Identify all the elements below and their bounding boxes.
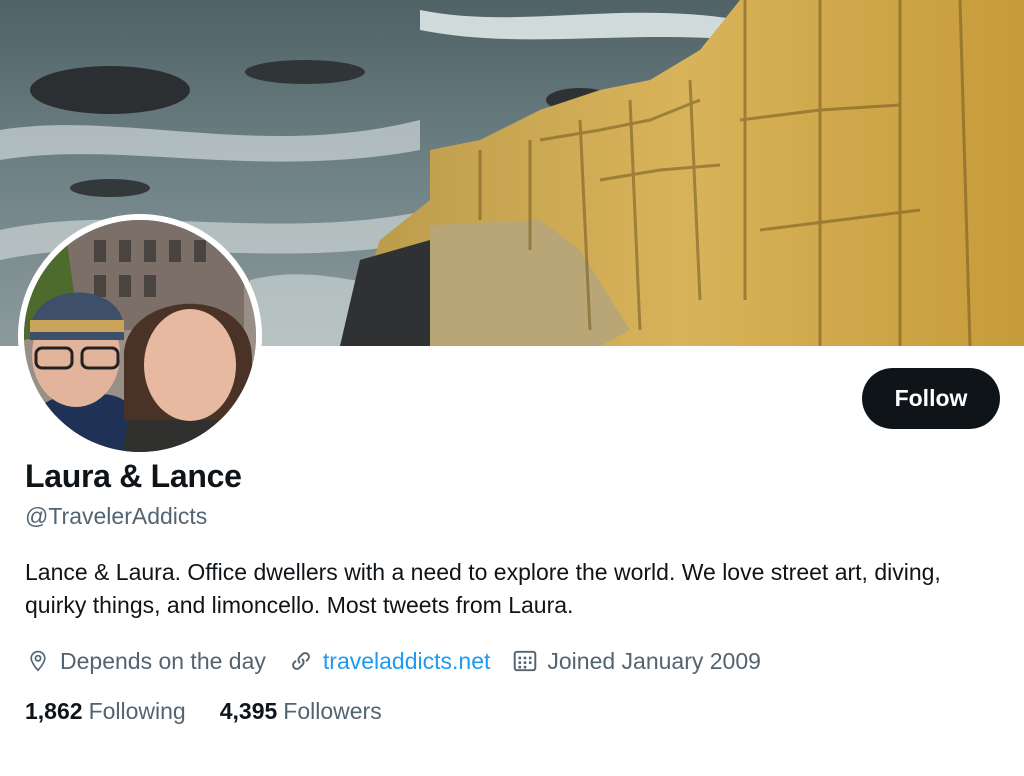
- location-icon: [30, 650, 46, 672]
- user-handle: @TravelerAddicts: [25, 503, 208, 529]
- follow-button[interactable]: Follow: [862, 368, 1000, 429]
- avatar[interactable]: [24, 220, 256, 452]
- location: Depends on the day: [25, 648, 266, 675]
- following-count: 1,862: [25, 698, 83, 724]
- followers-label: Followers: [283, 698, 382, 724]
- followers-count: 4,395: [219, 698, 278, 724]
- following-link[interactable]: 1,862 Following: [25, 698, 186, 725]
- display-name: Laura & Lance: [25, 458, 242, 494]
- following-label: Following: [88, 698, 186, 724]
- calendar-icon: [514, 650, 537, 672]
- followers-link[interactable]: 4,395 Followers: [220, 698, 382, 725]
- profile-bio: Lance & Laura. Office dwellers with a ne…: [25, 559, 941, 618]
- website-link[interactable]: traveladdicts.net: [323, 648, 490, 675]
- follow-stats: 1,862 Following 4,395 Followers: [25, 698, 416, 725]
- join-date: Joined January 2009: [512, 648, 761, 675]
- profile-meta: Depends on the day traveladdicts.net Joi…: [25, 644, 783, 678]
- join-date-text: Joined January 2009: [547, 647, 761, 674]
- website[interactable]: traveladdicts.net: [288, 648, 490, 675]
- avatar-image: [24, 220, 256, 452]
- location-text: Depends on the day: [60, 647, 266, 674]
- link-icon: [292, 652, 310, 670]
